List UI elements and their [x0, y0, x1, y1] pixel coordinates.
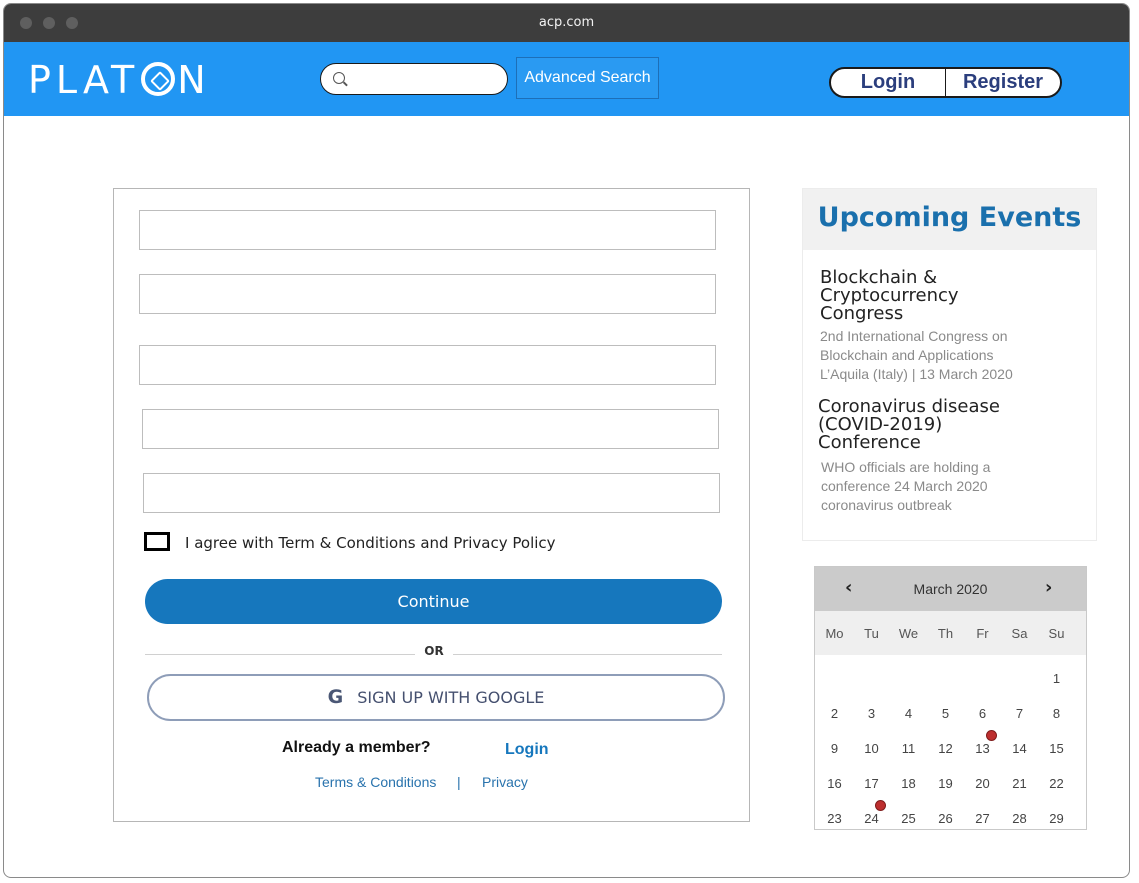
calendar-day[interactable]: 23: [816, 809, 853, 829]
weekday-label: We: [898, 626, 919, 641]
calendar-day[interactable]: 1: [1038, 669, 1075, 689]
calendar-day[interactable]: 29: [1038, 809, 1075, 829]
calendar-day[interactable]: 21: [1001, 774, 1038, 794]
terms-link[interactable]: Terms & Conditions: [315, 774, 436, 790]
logo-text-left: PLAT: [28, 58, 140, 102]
terms-checkbox[interactable]: [144, 532, 170, 551]
calendar-weekdays: Mo Tu We Th Fr Sa Su: [815, 611, 1086, 655]
search-input[interactable]: [353, 68, 498, 90]
browser-titlebar: acp.com: [4, 4, 1129, 42]
event-marker-icon: [875, 800, 886, 811]
member-prompt: Already a member?: [282, 739, 431, 756]
calendar-day[interactable]: 14: [1001, 739, 1038, 759]
calendar-day[interactable]: 18: [890, 774, 927, 794]
google-signup-label: SIGN UP WITH GOOGLE: [357, 688, 545, 707]
browser-window: acp.com PLAT N Advanced Search Login Regi…: [3, 3, 1130, 878]
calendar-day[interactable]: 26: [927, 809, 964, 829]
calendar-day[interactable]: 9: [816, 739, 853, 759]
register-button[interactable]: Register: [946, 69, 1060, 96]
calendar-day[interactable]: 3: [853, 704, 890, 724]
calendar-day[interactable]: 11: [890, 739, 927, 759]
calendar-day[interactable]: 17: [853, 774, 890, 794]
search-icon: [333, 72, 345, 84]
window-maximize-icon[interactable]: [66, 17, 78, 29]
calendar-day[interactable]: 16: [816, 774, 853, 794]
event-title-2[interactable]: Coronavirus disease (COVID-2019) Confere…: [818, 398, 1008, 452]
login-link[interactable]: Login: [505, 741, 549, 759]
events-title: Upcoming Events: [817, 202, 1082, 233]
calendar-day[interactable]: 12: [927, 739, 964, 759]
calendar-day[interactable]: 2: [816, 704, 853, 724]
calendar-day[interactable]: 25: [890, 809, 927, 829]
events-header: Upcoming Events: [803, 189, 1096, 250]
calendar-header: ‹ March 2020 ›: [815, 567, 1086, 611]
window-close-icon[interactable]: [20, 17, 32, 29]
calendar-day[interactable]: 20: [964, 774, 1001, 794]
window-minimize-icon[interactable]: [43, 17, 55, 29]
auth-buttons: Login Register: [829, 67, 1062, 98]
or-divider-label: OR: [424, 644, 444, 658]
event-marker-icon: [986, 730, 997, 741]
calendar-day[interactable]: 19: [927, 774, 964, 794]
or-divider-left: [145, 654, 415, 655]
site-header: PLAT N Advanced Search Login Register: [4, 42, 1129, 116]
weekday-label: Su: [1048, 626, 1065, 641]
logo-o-icon: [141, 62, 176, 96]
weekday-label: Th: [937, 626, 954, 641]
privacy-link[interactable]: Privacy: [482, 774, 528, 790]
calendar-day[interactable]: 24: [853, 809, 890, 829]
signup-form: I agree with Term & Conditions and Priva…: [113, 188, 750, 822]
calendar-day[interactable]: 22: [1038, 774, 1075, 794]
google-icon: G: [327, 686, 344, 708]
weekday-label: Tu: [864, 626, 879, 641]
calendar-day[interactable]: 13: [964, 739, 1001, 759]
calendar-day[interactable]: 7: [1001, 704, 1038, 724]
weekday-label: Sa: [1011, 626, 1028, 641]
search-box[interactable]: [320, 63, 508, 95]
event-description-1: 2nd International Congress on Blockchain…: [820, 328, 1013, 382]
calendar-day[interactable]: 8: [1038, 704, 1075, 724]
platon-logo[interactable]: PLAT N: [28, 60, 211, 100]
signup-field-2[interactable]: [139, 274, 716, 314]
event-description-2: WHO officials are holding a conference 2…: [821, 459, 991, 513]
signup-field-1[interactable]: [139, 210, 716, 250]
event-title-1[interactable]: Blockchain & Cryptocurrency Congress: [820, 269, 1010, 323]
calendar-day[interactable]: 4: [890, 704, 927, 724]
browser-url[interactable]: acp.com: [539, 15, 594, 30]
upcoming-events-panel: Upcoming Events Blockchain & Cryptocurre…: [802, 188, 1097, 541]
chevron-right-icon[interactable]: ›: [1045, 577, 1052, 598]
weekday-label: Fr: [976, 626, 989, 641]
terms-agreement-label: I agree with Term & Conditions and Priva…: [185, 534, 556, 552]
calendar-day[interactable]: 5: [927, 704, 964, 724]
calendar-day[interactable]: 6: [964, 704, 1001, 724]
calendar-day[interactable]: 28: [1001, 809, 1038, 829]
or-divider-right: [453, 654, 722, 655]
signup-field-4[interactable]: [142, 409, 719, 449]
weekday-label: Mo: [825, 626, 844, 641]
logo-text-right: N: [177, 58, 211, 102]
calendar-day[interactable]: 27: [964, 809, 1001, 829]
login-button[interactable]: Login: [831, 69, 945, 96]
advanced-search-button[interactable]: Advanced Search: [516, 57, 659, 99]
google-signup-button[interactable]: G SIGN UP WITH GOOGLE: [147, 674, 725, 721]
calendar-day[interactable]: 15: [1038, 739, 1075, 759]
footer-separator: |: [457, 774, 461, 790]
event-calendar: ‹ March 2020 › Mo Tu We Th Fr Sa Su 1234567891…: [814, 566, 1087, 830]
calendar-day[interactable]: 10: [853, 739, 890, 759]
signup-field-5[interactable]: [143, 473, 720, 513]
signup-field-3[interactable]: [139, 345, 716, 385]
continue-button[interactable]: Continue: [145, 579, 722, 624]
